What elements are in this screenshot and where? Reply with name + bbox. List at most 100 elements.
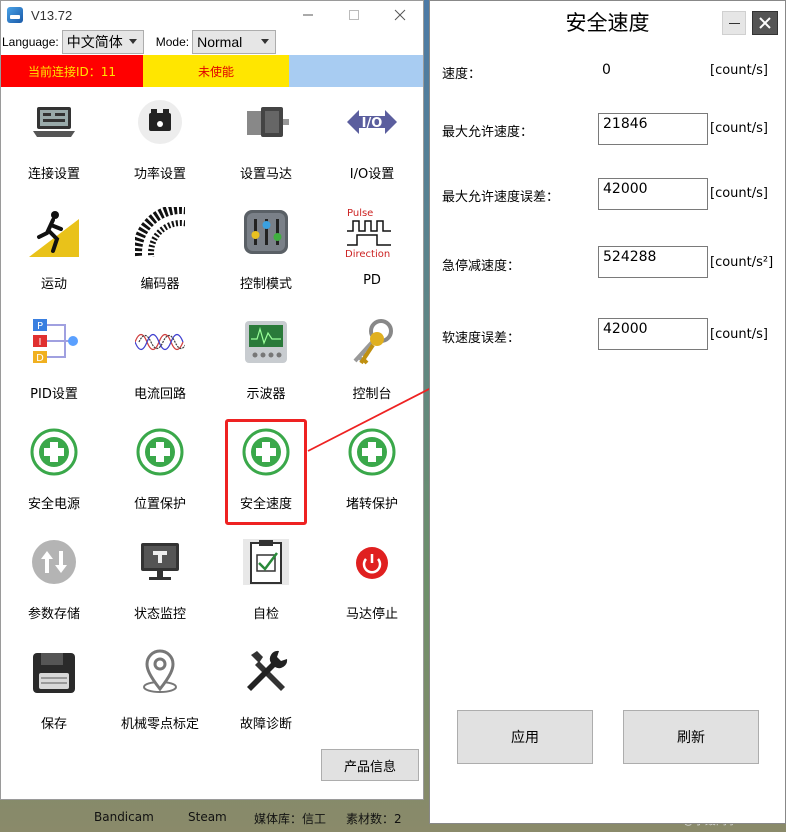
toolbar: Language: 中文简体 Mode: Normal <box>1 29 423 55</box>
estop-decel-unit: [count/s²] <box>710 255 774 270</box>
estop-decel-label: 急停减速度： <box>442 259 521 274</box>
max-speed-error-label: 最大允许速度误差： <box>442 190 560 205</box>
wave-icon <box>135 317 185 367</box>
taskbar-item[interactable]: Steam <box>188 810 227 824</box>
tile-connection-settings[interactable]: 连接设置 <box>1 91 107 191</box>
taskbar-item[interactable]: 媒体库：信工 <box>254 810 326 827</box>
speed-unit: [count/s] <box>710 63 768 78</box>
green-cross-icon <box>135 427 185 477</box>
status-bar: 当前连接ID：11 未使能 <box>1 55 423 87</box>
max-speed-unit: [count/s] <box>710 121 768 136</box>
max-speed-error-input[interactable]: 42000 <box>598 178 708 210</box>
close-icon <box>759 17 771 29</box>
language-label: Language: <box>2 35 59 49</box>
pulse-direction-icon: Pulse Direction <box>345 207 397 260</box>
tile-label: 参数存储 <box>27 607 80 622</box>
language-select[interactable]: 中文简体 <box>61 30 144 54</box>
monitor-icon <box>135 537 185 587</box>
tile-encoder[interactable]: 编码器 <box>107 201 213 301</box>
tile-control-mode[interactable]: 控制模式 <box>213 201 319 301</box>
tile-label: 功率设置 <box>133 167 186 182</box>
tile-label: PD <box>363 273 381 288</box>
dialog-minimize-button[interactable] <box>722 11 746 35</box>
pid-icon: PID <box>29 317 79 367</box>
close-button[interactable] <box>377 1 423 29</box>
tile-save[interactable]: 保存 <box>1 641 107 741</box>
tile-label: 故障诊断 <box>239 717 292 732</box>
taskbar-item[interactable]: 素材数：2 <box>346 810 402 827</box>
tile-label: 连接设置 <box>27 167 80 182</box>
soft-speed-error-unit: [count/s] <box>710 327 768 342</box>
soft-speed-error-label: 软速度误差： <box>442 331 521 346</box>
refresh-button[interactable]: 刷新 <box>623 710 759 764</box>
svg-text:P: P <box>37 321 43 332</box>
enable-status: 未使能 <box>143 55 289 87</box>
tile-label: 编码器 <box>140 277 180 292</box>
soft-speed-error-input[interactable]: 42000 <box>598 318 708 350</box>
encoder-icon <box>135 207 185 257</box>
tile-label: 状态监控 <box>133 607 186 622</box>
minimize-icon <box>303 14 313 16</box>
tile-label: 自检 <box>252 607 279 622</box>
maximize-button[interactable] <box>331 1 377 29</box>
tile-current-loop[interactable]: 电流回路 <box>107 311 213 411</box>
highlight-box <box>225 419 307 525</box>
window-title: V13.72 <box>31 7 73 23</box>
tile-pd[interactable]: Pulse Direction PD <box>319 201 425 301</box>
minimize-icon <box>728 22 740 24</box>
storage-icon <box>29 537 79 587</box>
tile-parameter-storage[interactable]: 参数存储 <box>1 531 107 631</box>
tools-icon <box>241 647 291 697</box>
status-spare <box>289 55 423 87</box>
safe-speed-dialog: 安全速度 速度： 0 [count/s] 最大允许速度： 21846 [coun… <box>429 0 786 824</box>
dialog-close-button[interactable] <box>752 11 778 35</box>
tile-pid-settings[interactable]: PID PID设置 <box>1 311 107 411</box>
taskbar-item[interactable]: Bandicam <box>94 810 154 824</box>
chevron-down-icon <box>261 39 270 44</box>
speed-label: 速度： <box>442 67 482 82</box>
apply-button[interactable]: 应用 <box>457 710 593 764</box>
tile-self-check[interactable]: 自检 <box>213 531 319 631</box>
svg-text:Direction: Direction <box>345 249 390 260</box>
io-icon: I/O <box>347 97 397 147</box>
max-speed-input[interactable]: 21846 <box>598 113 708 145</box>
estop-decel-input[interactable]: 524288 <box>598 246 708 278</box>
runner-icon <box>29 207 79 257</box>
motor-icon <box>241 97 291 147</box>
tile-motor-settings[interactable]: 设置马达 <box>213 91 319 191</box>
stop-icon <box>347 537 397 587</box>
speed-value: 0 <box>602 62 611 78</box>
tile-power-settings[interactable]: 功率设置 <box>107 91 213 191</box>
tile-label: 运动 <box>40 277 67 292</box>
title-bar: V13.72 <box>1 1 423 29</box>
oscilloscope-icon <box>241 317 291 367</box>
tile-safe-power[interactable]: 安全电源 <box>1 421 107 521</box>
tile-label: 设置马达 <box>239 167 292 182</box>
laptop-icon <box>29 97 79 147</box>
minimize-button[interactable] <box>285 1 331 29</box>
tile-position-protection[interactable]: 位置保护 <box>107 421 213 521</box>
tile-mechanical-zero-calibration[interactable]: 机械零点标定 <box>107 641 213 741</box>
tile-motor-stop[interactable]: 马达停止 <box>319 531 425 631</box>
product-info-button[interactable]: 产品信息 <box>321 749 419 781</box>
mode-select[interactable]: Normal <box>192 30 277 54</box>
svg-text:Pulse: Pulse <box>347 208 373 219</box>
chevron-down-icon <box>128 39 137 44</box>
tile-label: 堵转保护 <box>345 497 398 512</box>
tile-motion[interactable]: 运动 <box>1 201 107 301</box>
tile-label: I/O设置 <box>349 167 395 182</box>
tile-label: 位置保护 <box>133 497 186 512</box>
app-logo-icon <box>7 7 23 23</box>
checklist-icon <box>241 537 291 587</box>
max-speed-label: 最大允许速度： <box>442 125 534 140</box>
green-cross-icon <box>29 427 79 477</box>
tile-label: 马达停止 <box>345 607 398 622</box>
tile-label: 保存 <box>40 717 67 732</box>
max-speed-error-unit: [count/s] <box>710 186 768 201</box>
tile-status-monitor[interactable]: 状态监控 <box>107 531 213 631</box>
tile-io-settings[interactable]: I/O I/O设置 <box>319 91 425 191</box>
tile-label: 电流回路 <box>133 387 186 402</box>
tile-label: 安全电源 <box>27 497 80 512</box>
svg-text:D: D <box>36 353 44 364</box>
tile-fault-diagnosis[interactable]: 故障诊断 <box>213 641 319 741</box>
